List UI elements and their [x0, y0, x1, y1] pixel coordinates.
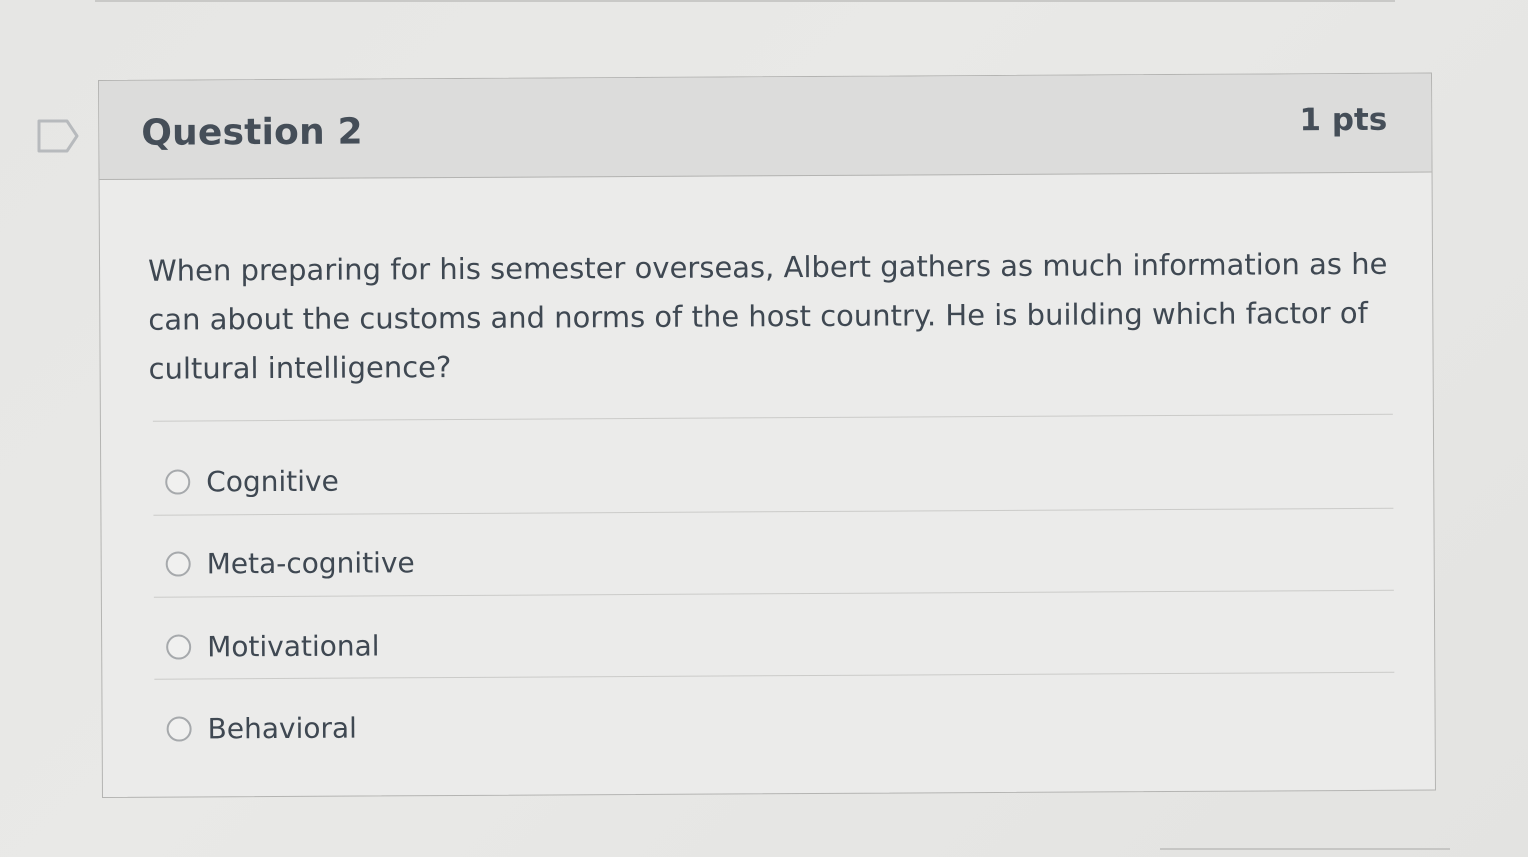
radio-button-icon[interactable]: [166, 715, 192, 742]
previous-card-edge: [95, 0, 1395, 2]
radio-button-icon[interactable]: [166, 633, 192, 660]
answer-separator: [153, 589, 1394, 598]
next-card-edge: [1160, 848, 1450, 850]
flag-question-icon[interactable]: [37, 118, 81, 154]
question-header: Question 2 1 pts: [99, 73, 1432, 180]
question-title: Question 2: [141, 111, 363, 154]
answer-option-motivational[interactable]: Motivational: [166, 625, 380, 666]
radio-button-icon[interactable]: [165, 468, 191, 495]
answer-label: Meta-cognitive: [206, 545, 415, 580]
answer-separator: [154, 671, 1395, 680]
answer-label: Behavioral: [207, 711, 357, 745]
question-points: 1 pts: [1299, 101, 1388, 139]
answer-label: Cognitive: [206, 464, 339, 498]
question-text: When preparing for his semester overseas…: [147, 246, 1388, 386]
answer-option-behavioral[interactable]: Behavioral: [166, 708, 358, 749]
answer-label: Motivational: [207, 628, 380, 663]
answer-option-cognitive[interactable]: Cognitive: [165, 461, 339, 502]
answers-divider: [152, 413, 1393, 422]
question-card: Question 2 1 pts When preparing for his …: [98, 72, 1436, 798]
answer-option-meta-cognitive[interactable]: Meta-cognitive: [165, 542, 415, 583]
radio-button-icon[interactable]: [165, 550, 191, 577]
answer-separator: [153, 507, 1394, 516]
